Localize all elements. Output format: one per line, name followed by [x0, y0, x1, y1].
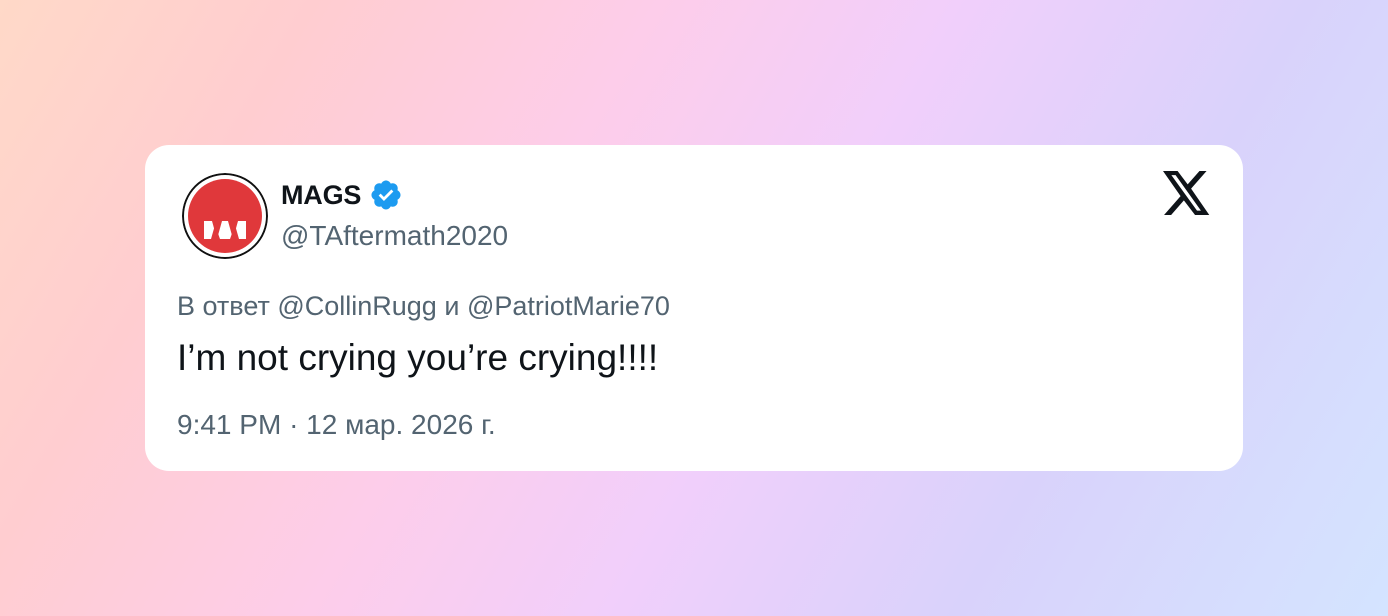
tweet-time: 9:41 PM	[177, 409, 282, 440]
author-name-row: MAGS	[281, 177, 403, 213]
verified-badge-icon	[369, 178, 403, 212]
reply-mention-2[interactable]: @PatriotMarie70	[467, 291, 670, 321]
author-handle[interactable]: @TAftermath2020	[281, 220, 508, 252]
meta-separator: ·	[289, 409, 299, 440]
reply-joiner: и	[444, 291, 460, 321]
tweet-date: 12 мар. 2026 г.	[306, 409, 496, 440]
display-name[interactable]: MAGS	[281, 180, 361, 211]
tweet-text: I’m not crying you’re crying!!!!	[177, 337, 659, 378]
avatar[interactable]	[182, 173, 268, 259]
reply-mention-1[interactable]: @CollinRugg	[277, 291, 436, 321]
tweet-card: MAGS @TAftermath2020 В ответ @CollinRugg…	[145, 145, 1243, 471]
mags-logo-icon	[182, 173, 268, 259]
x-logo-icon[interactable]	[1163, 171, 1211, 215]
tweet-timestamp[interactable]: 9:41 PM · 12 мар. 2026 г.	[177, 409, 496, 441]
reply-prefix: В ответ	[177, 291, 270, 321]
reply-context: В ответ @CollinRugg и @PatriotMarie70	[177, 291, 670, 322]
